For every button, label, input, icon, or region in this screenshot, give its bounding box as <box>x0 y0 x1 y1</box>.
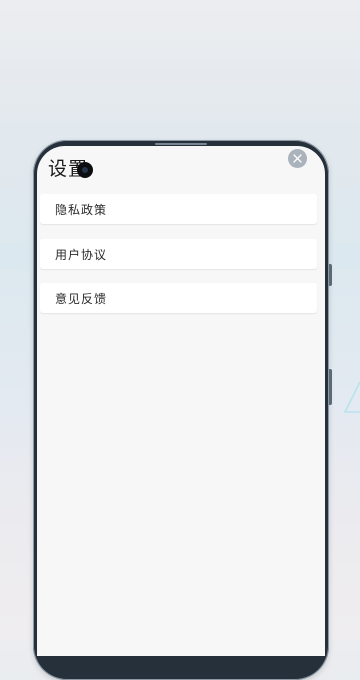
menu-item-label: 意见反馈 <box>55 291 108 306</box>
menu-item-label: 用户协议 <box>55 247 108 262</box>
volume-button <box>329 264 332 286</box>
decorative-triangle-icon <box>343 381 360 413</box>
close-icon <box>293 154 302 163</box>
menu-item-user-agreement[interactable]: 用户协议 <box>40 239 317 269</box>
front-camera <box>77 162 93 178</box>
menu-item-label: 隐私政策 <box>55 202 108 217</box>
menu-item-privacy-policy[interactable]: 隐私政策 <box>40 194 317 224</box>
settings-screen: 设置 隐私政策 用户协议 意见反馈 <box>37 146 325 656</box>
close-button[interactable] <box>288 149 307 168</box>
speaker-grille <box>155 143 207 145</box>
power-button <box>329 369 332 405</box>
menu-item-feedback[interactable]: 意见反馈 <box>40 283 317 313</box>
